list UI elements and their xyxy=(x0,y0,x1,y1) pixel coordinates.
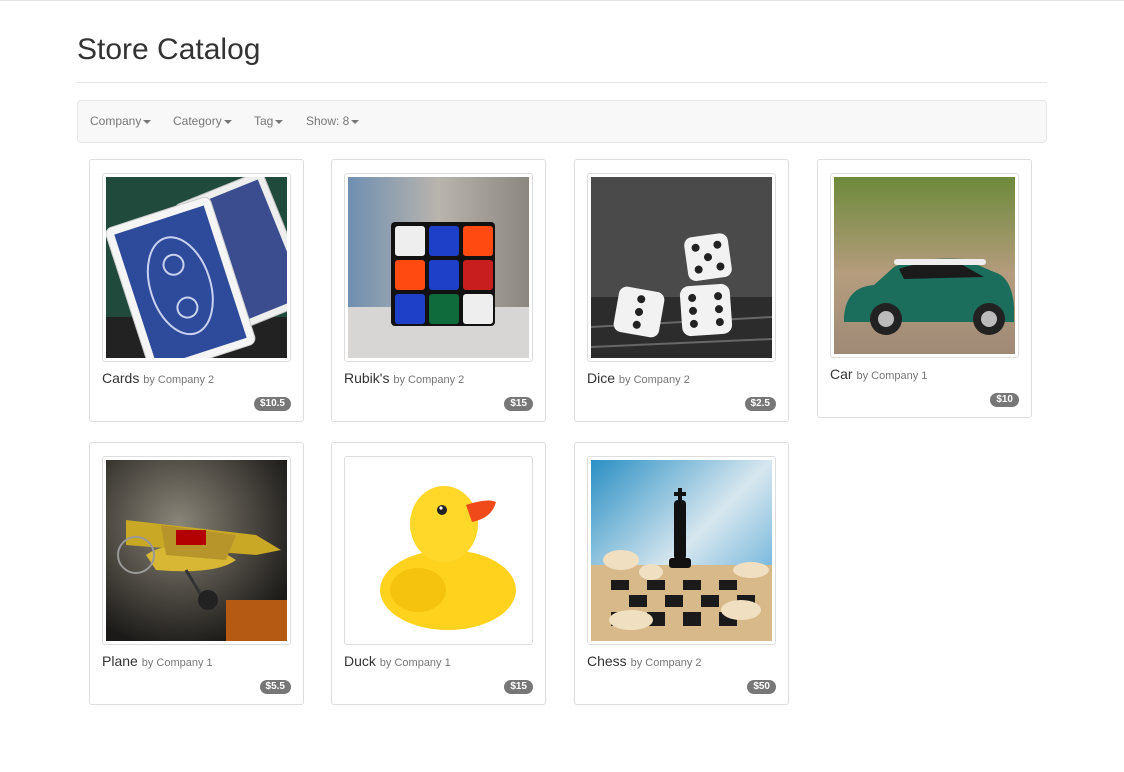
price-badge: $50 xyxy=(747,680,776,694)
filter-navbar: Company Category Tag Show: 8 xyxy=(77,100,1047,143)
product-company: by Company 1 xyxy=(856,370,928,382)
product-name[interactable]: Dice xyxy=(587,370,615,386)
product-name[interactable]: Cards xyxy=(102,370,139,386)
product-card-cards[interactable]: Cards by Company 2 $10.5 xyxy=(89,159,304,422)
product-caption: Plane by Company 1 xyxy=(102,653,213,669)
product-company: by Company 1 xyxy=(379,657,451,669)
page-title: Store Catalog xyxy=(77,33,261,66)
caret-down-icon xyxy=(351,119,360,124)
playing-cards-image xyxy=(106,177,287,358)
product-card-chess[interactable]: Chess by Company 2 $50 xyxy=(574,442,789,705)
tag-dropdown-label: Tag xyxy=(254,114,274,128)
product-thumbnail[interactable] xyxy=(102,456,291,645)
top-border xyxy=(0,0,1124,1)
product-company: by Company 2 xyxy=(143,374,215,386)
product-card-rubiks[interactable]: Rubik's by Company 2 $15 xyxy=(331,159,546,422)
product-card-plane[interactable]: Plane by Company 1 $5.5 xyxy=(89,442,304,705)
rubiks-cube-image xyxy=(348,177,529,358)
product-caption: Cards by Company 2 xyxy=(102,370,214,386)
caret-down-icon xyxy=(143,119,152,124)
product-thumbnail[interactable] xyxy=(344,173,533,362)
toy-plane-image xyxy=(106,460,287,641)
product-card-duck[interactable]: Duck by Company 1 $15 xyxy=(331,442,546,705)
caret-down-icon xyxy=(223,119,232,124)
product-thumbnail[interactable] xyxy=(102,173,291,362)
chess-image xyxy=(591,460,772,641)
title-divider xyxy=(77,82,1047,83)
product-thumbnail[interactable] xyxy=(587,456,776,645)
product-name[interactable]: Duck xyxy=(344,653,376,669)
product-caption: Duck by Company 1 xyxy=(344,653,451,669)
product-company: by Company 2 xyxy=(630,657,702,669)
product-caption: Dice by Company 2 xyxy=(587,370,690,386)
company-dropdown[interactable]: Company xyxy=(90,101,152,142)
product-card-car[interactable]: Car by Company 1 $10 xyxy=(817,159,1032,418)
price-badge: $2.5 xyxy=(744,397,776,411)
product-caption: Rubik's by Company 2 xyxy=(344,370,464,386)
product-company: by Company 1 xyxy=(141,657,213,669)
product-company: by Company 2 xyxy=(393,374,465,386)
price-badge: $15 xyxy=(504,397,533,411)
rubber-duck-image xyxy=(348,460,529,641)
price-badge: $10 xyxy=(990,393,1019,407)
product-name[interactable]: Plane xyxy=(102,653,138,669)
category-dropdown-label: Category xyxy=(173,114,222,128)
product-name[interactable]: Rubik's xyxy=(344,370,389,386)
product-thumbnail[interactable] xyxy=(830,173,1019,358)
product-caption: Car by Company 1 xyxy=(830,366,927,382)
category-dropdown[interactable]: Category xyxy=(173,101,232,142)
price-badge: $15 xyxy=(504,680,533,694)
product-thumbnail[interactable] xyxy=(344,456,533,645)
product-name[interactable]: Chess xyxy=(587,653,627,669)
product-caption: Chess by Company 2 xyxy=(587,653,702,669)
caret-down-icon xyxy=(275,119,284,124)
price-badge: $10.5 xyxy=(253,397,291,411)
company-dropdown-label: Company xyxy=(90,114,142,128)
dice-image xyxy=(591,177,772,358)
product-thumbnail[interactable] xyxy=(587,173,776,362)
product-card-dice[interactable]: Dice by Company 2 $2.5 xyxy=(574,159,789,422)
product-name[interactable]: Car xyxy=(830,366,853,382)
show-dropdown-label: Show: 8 xyxy=(306,114,350,128)
price-badge: $5.5 xyxy=(259,680,291,694)
tag-dropdown[interactable]: Tag xyxy=(254,101,284,142)
product-company: by Company 2 xyxy=(618,374,690,386)
show-dropdown[interactable]: Show: 8 xyxy=(306,101,360,142)
toy-car-image xyxy=(834,177,1015,354)
